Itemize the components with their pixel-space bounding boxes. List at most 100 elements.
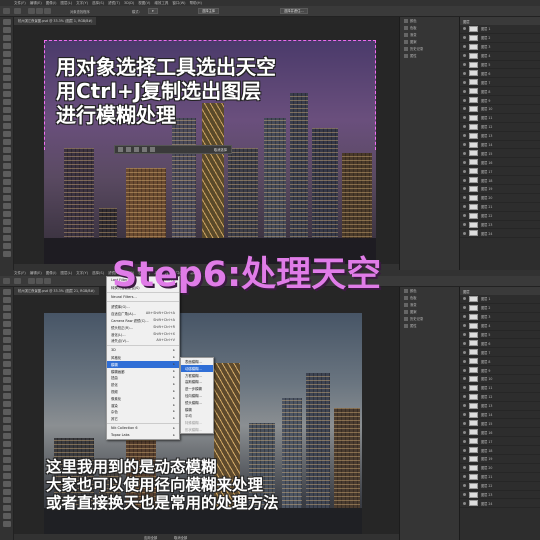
object-selection-tool-icon[interactable] (14, 278, 21, 284)
layer-row[interactable]: 图层 19 (460, 455, 540, 464)
eye-icon[interactable] (463, 160, 466, 164)
menu-6[interactable]: 滤镜(T) (108, 1, 120, 6)
eye-icon[interactable] (463, 214, 466, 218)
menu-4[interactable]: 文字(Y) (76, 271, 88, 276)
layers-panel-title[interactable]: 图层 (460, 287, 540, 295)
layer-row[interactable]: 图层 10 (460, 105, 540, 114)
blur-menu-item[interactable]: 进一步模糊 (181, 385, 213, 392)
tool-icon[interactable] (3, 59, 11, 65)
eye-icon[interactable] (463, 178, 466, 182)
tool-icon[interactable] (3, 163, 11, 169)
filter-menu-item[interactable]: 渲染 ▸ (107, 402, 179, 409)
layer-row[interactable]: 图层 15 (460, 149, 540, 159)
tool-icon[interactable] (3, 19, 11, 25)
eye-icon[interactable] (463, 395, 466, 399)
layer-row[interactable]: 图层 18 (460, 446, 540, 456)
tool-icon[interactable] (3, 187, 11, 193)
blur-menu-item[interactable]: 平均 (181, 412, 213, 419)
layer-row[interactable]: 图层 8 (460, 87, 540, 97)
tool-icon[interactable] (3, 289, 11, 295)
layer-row[interactable]: 图层 23 (460, 221, 540, 230)
eye-icon[interactable] (463, 475, 466, 479)
menu-2[interactable]: 图像(I) (46, 1, 57, 6)
dock-item[interactable]: 属性 (400, 52, 459, 59)
dock-item[interactable]: 渐变 (400, 31, 459, 38)
layer-row[interactable]: 图层 2 (460, 34, 540, 43)
subtract-selection-icon[interactable] (44, 278, 51, 284)
eye-icon[interactable] (463, 63, 466, 66)
dock-item[interactable]: 颜色 (400, 287, 459, 294)
eye-icon[interactable] (463, 466, 466, 470)
eye-icon[interactable] (463, 196, 466, 200)
tool-icon[interactable] (3, 297, 11, 303)
eye-icon[interactable] (463, 501, 466, 505)
home-icon[interactable] (3, 278, 10, 284)
tool-icon[interactable] (3, 107, 11, 113)
layer-row[interactable]: 图层 21 (460, 203, 540, 212)
home-icon[interactable] (3, 8, 10, 14)
mode-select[interactable]: ▾ (148, 8, 158, 14)
filter-menu-item[interactable]: Nik Collection 6 ▸ (107, 425, 179, 432)
filter-menu-item[interactable]: Camera Raw 滤镜(C)... Shift+Ctrl+A (107, 317, 179, 324)
tool-icon[interactable] (3, 449, 11, 455)
layer-row[interactable]: 图层 22 (460, 482, 540, 491)
layer-row[interactable]: 图层 1 (460, 295, 540, 304)
eye-icon[interactable] (463, 169, 466, 173)
tool-icon[interactable] (3, 329, 11, 335)
menu-8[interactable]: 视图(V) (138, 1, 150, 6)
layer-row[interactable]: 图层 3 (460, 43, 540, 52)
eye-icon[interactable] (463, 306, 466, 310)
tool-icon[interactable] (3, 409, 11, 415)
filter-menu-item[interactable]: 模糊 ▸ (107, 360, 179, 368)
filter-menu-item[interactable]: 杂色 ▸ (107, 408, 179, 415)
eye-icon[interactable] (463, 457, 466, 461)
dock-item[interactable]: 色板 (400, 24, 459, 31)
layer-row[interactable]: 图层 3 (460, 313, 540, 322)
tool-icon[interactable] (3, 171, 11, 177)
layer-row[interactable]: 图层 14 (460, 141, 540, 150)
menu-4[interactable]: 文字(Y) (76, 1, 88, 6)
select-and-mask-button[interactable]: 选择并遮住... (280, 8, 308, 14)
menu-0[interactable]: 文件(F) (14, 1, 26, 6)
eye-icon[interactable] (463, 134, 466, 138)
menu-5[interactable]: 选择(S) (92, 1, 104, 6)
filter-menu-item[interactable]: 3D ▸ (107, 347, 179, 354)
layer-row[interactable]: 图层 5 (460, 331, 540, 340)
layer-row[interactable]: 图层 10 (460, 375, 540, 384)
layer-row[interactable]: 图层 22 (460, 212, 540, 221)
filter-menu-item[interactable]: 滤镜库(G)... (107, 303, 179, 310)
tool-icon[interactable] (3, 211, 11, 217)
filter-menu-item[interactable]: 其它 ▸ (107, 415, 179, 422)
dock-item[interactable]: 图案 (400, 308, 459, 315)
layer-row[interactable]: 图层 20 (460, 464, 540, 473)
tool-icon[interactable] (3, 83, 11, 89)
layer-row[interactable]: 图层 1 (460, 25, 540, 34)
object-selection-tool-icon[interactable] (14, 8, 21, 14)
tool-icon[interactable] (3, 251, 11, 257)
tool-icon[interactable] (3, 179, 11, 185)
layer-row[interactable]: 图层 24 (460, 499, 540, 509)
menu-5[interactable]: 选择(S) (92, 271, 104, 276)
tool-icon[interactable] (3, 353, 11, 359)
layer-row[interactable]: 图层 5 (460, 61, 540, 70)
menu-0[interactable]: 文件(F) (14, 271, 26, 276)
tool-icon[interactable] (3, 385, 11, 391)
eye-icon[interactable] (463, 151, 466, 155)
eye-icon[interactable] (463, 54, 466, 58)
tool-icon[interactable] (3, 243, 11, 249)
menu-9[interactable]: 增效工具 (154, 1, 168, 6)
layer-row[interactable]: 图层 7 (460, 348, 540, 358)
eye-icon[interactable] (463, 36, 466, 40)
layer-row[interactable]: 图层 12 (460, 393, 540, 402)
tool-icon[interactable] (3, 345, 11, 351)
menu-10[interactable]: 窗口(W) (172, 1, 185, 6)
layer-row[interactable]: 图层 17 (460, 167, 540, 177)
dock-item[interactable]: 颜色 (400, 17, 459, 24)
menu-3[interactable]: 图层(L) (60, 1, 72, 6)
tool-icon[interactable] (3, 505, 11, 511)
tool-icon[interactable] (3, 337, 11, 343)
eye-icon[interactable] (463, 125, 466, 129)
layer-row[interactable]: 图层 4 (460, 52, 540, 61)
dock-item[interactable]: 渐变 (400, 301, 459, 308)
layer-row[interactable]: 图层 2 (460, 304, 540, 313)
